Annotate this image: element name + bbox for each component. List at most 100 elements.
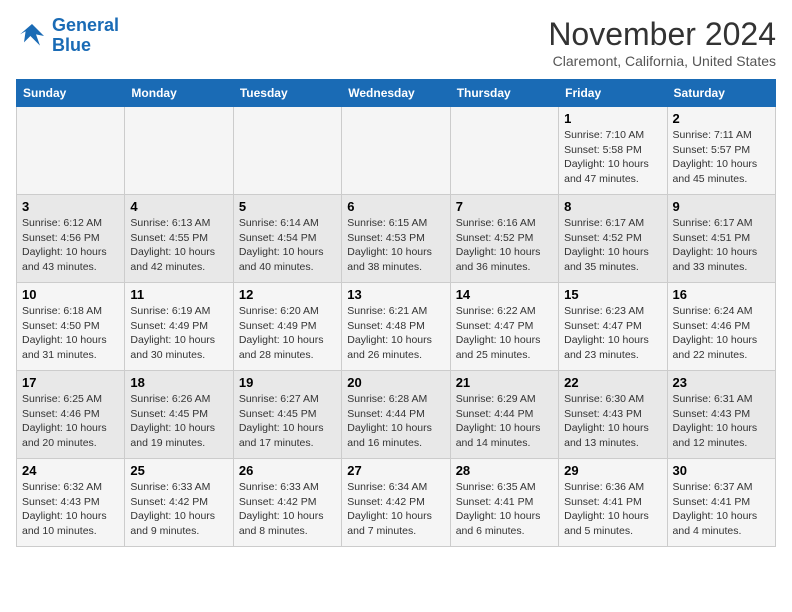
day-number: 26 [239,463,336,478]
calendar-week-row: 1 Sunrise: 7:10 AM Sunset: 5:58 PM Daylig… [17,107,776,195]
calendar-day-cell: 7Sunrise: 6:16 AM Sunset: 4:52 PM Daylig… [450,195,558,283]
weekday-header-cell: Friday [559,80,667,107]
calendar-day-cell: 30 Sunrise: 6:37 AM Sunset: 4:41 PM Dayli… [667,459,775,547]
month-title: November 2024 [548,16,776,53]
calendar-day-cell: 3Sunrise: 6:12 AM Sunset: 4:56 PM Daylig… [17,195,125,283]
calendar-day-cell: 28Sunrise: 6:35 AM Sunset: 4:41 PM Dayli… [450,459,558,547]
day-info: Sunrise: 6:26 AM Sunset: 4:45 PM Dayligh… [130,392,227,451]
day-number: 6 [347,199,444,214]
calendar-day-cell [342,107,450,195]
calendar-day-cell: 2 Sunrise: 7:11 AM Sunset: 5:57 PM Daylig… [667,107,775,195]
day-info: Sunrise: 6:20 AM Sunset: 4:49 PM Dayligh… [239,304,336,363]
calendar-day-cell: 9 Sunrise: 6:17 AM Sunset: 4:51 PM Daylig… [667,195,775,283]
calendar-day-cell: 24 Sunrise: 6:32 AM Sunset: 4:43 PM Dayli… [17,459,125,547]
day-number: 14 [456,287,553,302]
day-number: 12 [239,287,336,302]
day-info: Sunrise: 6:16 AM Sunset: 4:52 PM Dayligh… [456,216,553,275]
day-number: 23 [673,375,770,390]
weekday-header-cell: Monday [125,80,233,107]
day-number: 25 [130,463,227,478]
calendar-day-cell: 13 Sunrise: 6:21 AM Sunset: 4:48 PM Dayli… [342,283,450,371]
calendar-day-cell: 27Sunrise: 6:34 AM Sunset: 4:42 PM Dayli… [342,459,450,547]
calendar-day-cell: 15 Sunrise: 6:23 AM Sunset: 4:47 PM Dayli… [559,283,667,371]
day-info: Sunrise: 6:19 AM Sunset: 4:49 PM Dayligh… [130,304,227,363]
logo-line2: Blue [52,35,91,55]
day-number: 15 [564,287,661,302]
day-info: Sunrise: 7:10 AM Sunset: 5:58 PM Dayligh… [564,128,661,187]
calendar-table: SundayMondayTuesdayWednesdayThursdayFrid… [16,79,776,547]
location-subtitle: Claremont, California, United States [548,53,776,69]
day-number: 11 [130,287,227,302]
day-info: Sunrise: 6:23 AM Sunset: 4:47 PM Dayligh… [564,304,661,363]
day-number: 4 [130,199,227,214]
day-number: 19 [239,375,336,390]
day-info: Sunrise: 6:30 AM Sunset: 4:43 PM Dayligh… [564,392,661,451]
calendar-day-cell: 21Sunrise: 6:29 AM Sunset: 4:44 PM Dayli… [450,371,558,459]
day-info: Sunrise: 7:11 AM Sunset: 5:57 PM Dayligh… [673,128,770,187]
day-number: 21 [456,375,553,390]
calendar-day-cell: 22 Sunrise: 6:30 AM Sunset: 4:43 PM Dayli… [559,371,667,459]
calendar-day-cell: 11 Sunrise: 6:19 AM Sunset: 4:49 PM Dayli… [125,283,233,371]
day-number: 29 [564,463,661,478]
calendar-day-cell [17,107,125,195]
day-info: Sunrise: 6:21 AM Sunset: 4:48 PM Dayligh… [347,304,444,363]
calendar-day-cell: 10 Sunrise: 6:18 AM Sunset: 4:50 PM Dayli… [17,283,125,371]
logo: General Blue [16,16,119,56]
title-block: November 2024 Claremont, California, Uni… [548,16,776,69]
day-number: 17 [22,375,119,390]
day-number: 30 [673,463,770,478]
day-number: 28 [456,463,553,478]
day-info: Sunrise: 6:15 AM Sunset: 4:53 PM Dayligh… [347,216,444,275]
day-info: Sunrise: 6:33 AM Sunset: 4:42 PM Dayligh… [130,480,227,539]
weekday-header-cell: Wednesday [342,80,450,107]
day-number: 27 [347,463,444,478]
day-number: 10 [22,287,119,302]
calendar-body: 1 Sunrise: 7:10 AM Sunset: 5:58 PM Daylig… [17,107,776,547]
calendar-day-cell: 5Sunrise: 6:14 AM Sunset: 4:54 PM Daylig… [233,195,341,283]
day-number: 20 [347,375,444,390]
calendar-day-cell: 23 Sunrise: 6:31 AM Sunset: 4:43 PM Dayli… [667,371,775,459]
day-info: Sunrise: 6:32 AM Sunset: 4:43 PM Dayligh… [22,480,119,539]
calendar-day-cell: 18 Sunrise: 6:26 AM Sunset: 4:45 PM Dayli… [125,371,233,459]
day-number: 22 [564,375,661,390]
calendar-day-cell: 4 Sunrise: 6:13 AM Sunset: 4:55 PM Daylig… [125,195,233,283]
day-number: 24 [22,463,119,478]
calendar-day-cell: 14 Sunrise: 6:22 AM Sunset: 4:47 PM Dayli… [450,283,558,371]
calendar-day-cell: 6 Sunrise: 6:15 AM Sunset: 4:53 PM Daylig… [342,195,450,283]
calendar-day-cell: 19 Sunrise: 6:27 AM Sunset: 4:45 PM Dayli… [233,371,341,459]
day-number: 2 [673,111,770,126]
day-number: 5 [239,199,336,214]
calendar-day-cell: 1 Sunrise: 7:10 AM Sunset: 5:58 PM Daylig… [559,107,667,195]
logo-text: General Blue [52,16,119,56]
weekday-header-cell: Tuesday [233,80,341,107]
day-info: Sunrise: 6:22 AM Sunset: 4:47 PM Dayligh… [456,304,553,363]
calendar-day-cell: 29 Sunrise: 6:36 AM Sunset: 4:41 PM Dayli… [559,459,667,547]
logo-bird-icon [16,20,48,52]
day-number: 18 [130,375,227,390]
day-info: Sunrise: 6:17 AM Sunset: 4:51 PM Dayligh… [673,216,770,275]
day-number: 8 [564,199,661,214]
day-info: Sunrise: 6:31 AM Sunset: 4:43 PM Dayligh… [673,392,770,451]
calendar-day-cell: 25 Sunrise: 6:33 AM Sunset: 4:42 PM Dayli… [125,459,233,547]
calendar-day-cell [125,107,233,195]
day-number: 1 [564,111,661,126]
day-info: Sunrise: 6:13 AM Sunset: 4:55 PM Dayligh… [130,216,227,275]
day-info: Sunrise: 6:27 AM Sunset: 4:45 PM Dayligh… [239,392,336,451]
calendar-day-cell [450,107,558,195]
calendar-week-row: 3Sunrise: 6:12 AM Sunset: 4:56 PM Daylig… [17,195,776,283]
day-number: 9 [673,199,770,214]
logo-line1: General [52,15,119,35]
day-info: Sunrise: 6:18 AM Sunset: 4:50 PM Dayligh… [22,304,119,363]
day-number: 13 [347,287,444,302]
day-info: Sunrise: 6:33 AM Sunset: 4:42 PM Dayligh… [239,480,336,539]
calendar-day-cell: 20 Sunrise: 6:28 AM Sunset: 4:44 PM Dayli… [342,371,450,459]
day-info: Sunrise: 6:36 AM Sunset: 4:41 PM Dayligh… [564,480,661,539]
day-info: Sunrise: 6:28 AM Sunset: 4:44 PM Dayligh… [347,392,444,451]
day-info: Sunrise: 6:25 AM Sunset: 4:46 PM Dayligh… [22,392,119,451]
day-info: Sunrise: 6:37 AM Sunset: 4:41 PM Dayligh… [673,480,770,539]
calendar-day-cell: 8Sunrise: 6:17 AM Sunset: 4:52 PM Daylig… [559,195,667,283]
weekday-header-cell: Sunday [17,80,125,107]
calendar-day-cell: 12 Sunrise: 6:20 AM Sunset: 4:49 PM Dayli… [233,283,341,371]
weekday-header-row: SundayMondayTuesdayWednesdayThursdayFrid… [17,80,776,107]
calendar-day-cell: 26 Sunrise: 6:33 AM Sunset: 4:42 PM Dayli… [233,459,341,547]
